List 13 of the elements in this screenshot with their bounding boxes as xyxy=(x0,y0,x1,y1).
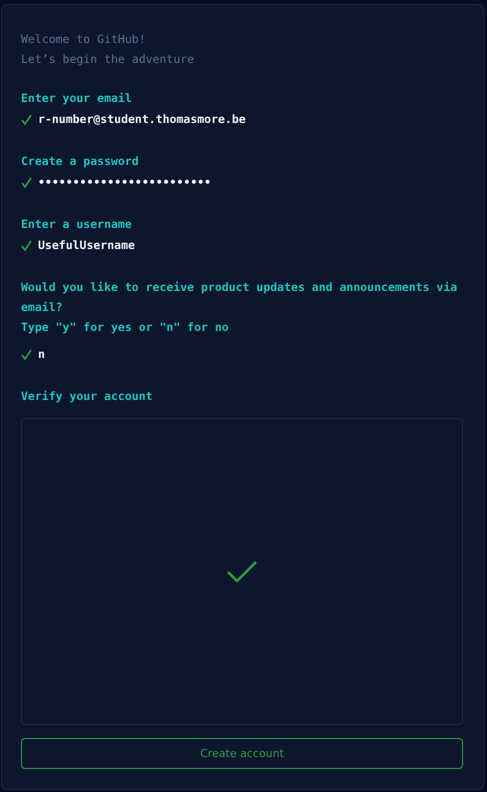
step-label: Create a password xyxy=(21,153,140,170)
intro-text: Welcome to GitHub! xyxy=(21,31,147,48)
step-label: Verify your account xyxy=(21,388,154,405)
step-answer: UsefulUsername xyxy=(38,237,135,254)
step-label: Enter your email xyxy=(21,90,133,107)
step-answer: r-number@student.thomasmore.be xyxy=(38,111,246,128)
step-answer: n xyxy=(38,346,45,363)
create-account-button[interactable]: Create account xyxy=(21,738,463,769)
step-hint: Type "y" for yes or "n" for no xyxy=(21,319,230,336)
step-label: Would you like to receive product updates and announcements via email? xyxy=(21,279,458,316)
step-answer: ••••••••••••••••••••••••• xyxy=(38,174,212,191)
step-label: Enter a username xyxy=(21,216,133,233)
intro-text: Let’s begin the adventure xyxy=(21,51,196,68)
